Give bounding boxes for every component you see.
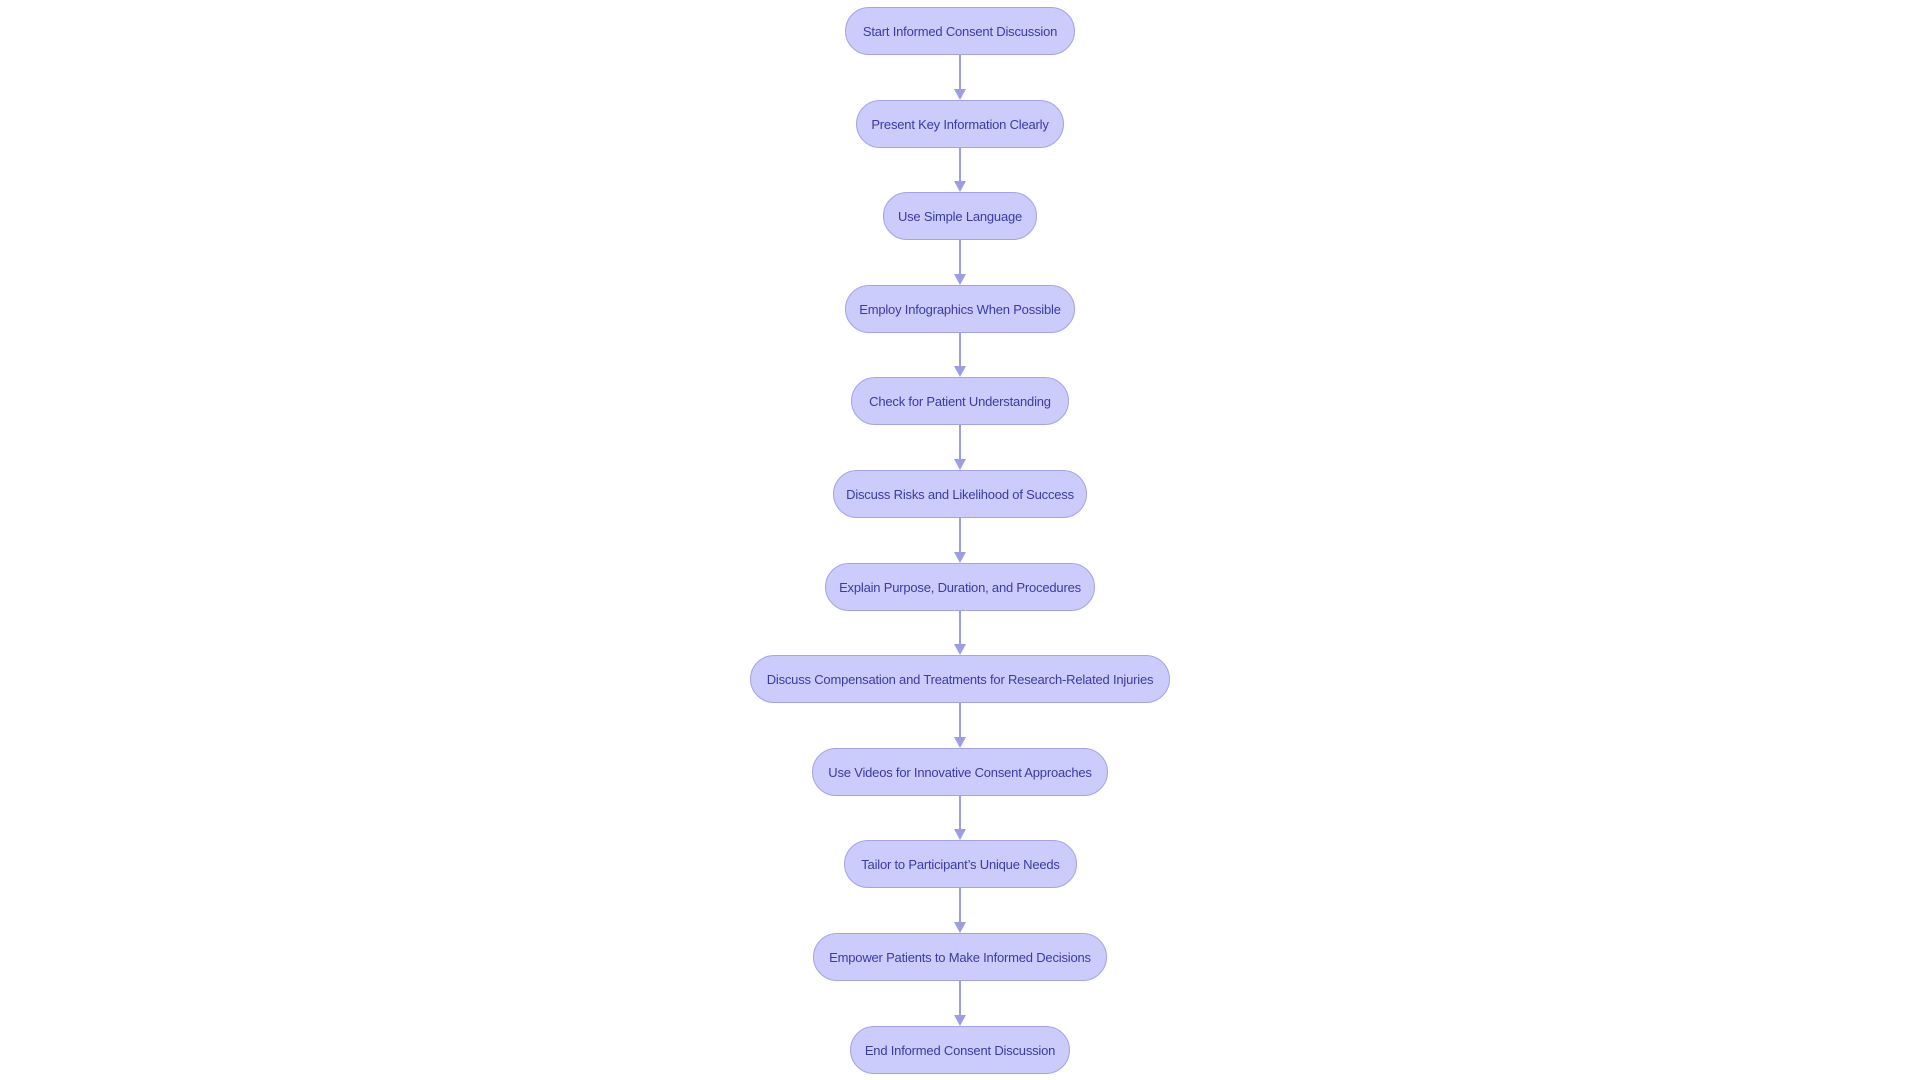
edge-n11-n12: [959, 981, 961, 1016]
edge-n3-n4: [959, 240, 961, 275]
arrowhead-icon: [954, 366, 966, 377]
arrowhead-icon: [954, 552, 966, 563]
arrowhead-icon: [954, 644, 966, 655]
edge-n6-n7: [959, 518, 961, 553]
node-start-informed-consent[interactable]: Start Informed Consent Discussion: [845, 7, 1075, 55]
edge-n10-n11: [959, 888, 961, 923]
edge-n2-n3: [959, 148, 961, 182]
node-explain-purpose[interactable]: Explain Purpose, Duration, and Procedure…: [825, 563, 1095, 611]
edge-n4-n5: [959, 333, 961, 367]
edge-n5-n6: [959, 425, 961, 460]
node-present-key-information[interactable]: Present Key Information Clearly: [856, 100, 1064, 148]
edge-n7-n8: [959, 611, 961, 645]
arrowhead-icon: [954, 1015, 966, 1026]
arrowhead-icon: [954, 737, 966, 748]
node-discuss-risks[interactable]: Discuss Risks and Likelihood of Success: [833, 470, 1087, 518]
arrowhead-icon: [954, 459, 966, 470]
arrowhead-icon: [954, 922, 966, 933]
edge-n8-n9: [959, 703, 961, 738]
node-check-understanding[interactable]: Check for Patient Understanding: [851, 377, 1069, 425]
node-end-informed-consent[interactable]: End Informed Consent Discussion: [850, 1026, 1070, 1074]
node-empower-patients[interactable]: Empower Patients to Make Informed Decisi…: [813, 933, 1107, 981]
flowchart: Start Informed Consent Discussion Presen…: [0, 0, 1920, 1080]
node-tailor-needs[interactable]: Tailor to Participant’s Unique Needs: [844, 840, 1077, 888]
node-use-videos[interactable]: Use Videos for Innovative Consent Approa…: [812, 748, 1108, 796]
arrowhead-icon: [954, 274, 966, 285]
arrowhead-icon: [954, 181, 966, 192]
node-employ-infographics[interactable]: Employ Infographics When Possible: [845, 285, 1075, 333]
node-use-simple-language[interactable]: Use Simple Language: [883, 192, 1037, 240]
node-discuss-compensation[interactable]: Discuss Compensation and Treatments for …: [750, 655, 1170, 703]
arrowhead-icon: [954, 89, 966, 100]
arrowhead-icon: [954, 829, 966, 840]
edge-n9-n10: [959, 796, 961, 830]
edge-n1-n2: [959, 55, 961, 90]
